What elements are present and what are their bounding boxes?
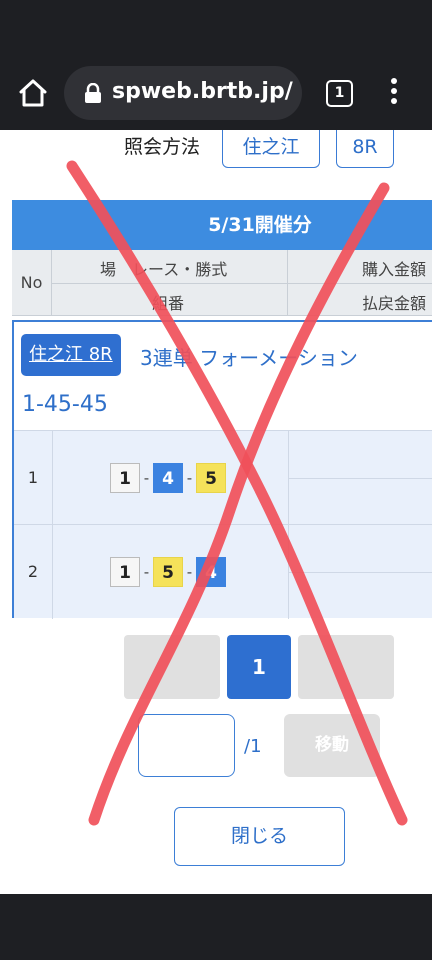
- boat-1st: 1: [110, 557, 140, 587]
- page-number-input[interactable]: [138, 714, 235, 777]
- header-no: No: [12, 250, 52, 316]
- separator: -: [143, 469, 150, 487]
- row-number: 1: [27, 468, 39, 487]
- address-bar[interactable]: spweb.brtb.jp/: [64, 66, 302, 120]
- header-divider: [52, 283, 432, 284]
- boat-numbers: 1-4-5: [110, 463, 226, 493]
- move-button[interactable]: 移動: [284, 714, 380, 777]
- header-payout-amount: 払戻金額: [362, 294, 427, 313]
- boat-3rd: 4: [196, 557, 226, 587]
- date-header: 5/31開催分: [12, 200, 432, 250]
- home-icon[interactable]: [16, 76, 50, 110]
- separator: -: [186, 563, 193, 581]
- page-total: /1: [244, 736, 262, 757]
- lock-icon: [85, 83, 101, 103]
- header-combination: 組番: [152, 294, 185, 313]
- system-nav-bar: [0, 894, 432, 960]
- bet-detail: 住之江 8R 3連単 フォーメーション 1-45-45 1 1-4-5 2 1-…: [12, 320, 432, 619]
- date-title: 5/31開催分: [208, 214, 312, 236]
- venue-race-tag[interactable]: 住之江 8R: [21, 334, 121, 376]
- race-button[interactable]: 8R: [336, 130, 394, 168]
- prev-page-button[interactable]: [124, 635, 220, 699]
- boat-numbers: 1-5-4: [110, 557, 226, 587]
- url-text: spweb.brtb.jp/: [112, 79, 293, 104]
- next-page-button[interactable]: [298, 635, 394, 699]
- table-row: 1 1-4-5: [14, 430, 432, 525]
- more-vert-icon[interactable]: [384, 78, 404, 110]
- table-header: No 場 レース・勝式 購入金額 組番 払戻金額: [12, 250, 432, 316]
- separator: -: [186, 469, 193, 487]
- tab-count: 1: [334, 85, 345, 101]
- row-divider: [288, 572, 432, 573]
- boat-2nd: 5: [153, 557, 183, 587]
- row-divider: [52, 431, 53, 525]
- row-divider: [288, 478, 432, 479]
- page-content: 照会方法 住之江 8R 5/31開催分 No 場 レース・勝式 購入金額 組番 …: [0, 130, 432, 894]
- header-purchase-amount: 購入金額: [362, 260, 427, 279]
- row-divider: [52, 525, 53, 619]
- close-button[interactable]: 閉じる: [174, 807, 345, 866]
- tabs-icon[interactable]: 1: [326, 80, 353, 107]
- separator: -: [143, 563, 150, 581]
- query-method-label: 照会方法: [124, 136, 201, 158]
- header-venue-race-type: 場 レース・勝式: [100, 260, 228, 279]
- venue-button[interactable]: 住之江: [222, 130, 320, 168]
- boat-2nd: 4: [153, 463, 183, 493]
- current-page-button[interactable]: 1: [227, 635, 291, 699]
- row-number: 2: [27, 562, 39, 581]
- header-column-divider: [287, 250, 288, 316]
- browser-toolbar: spweb.brtb.jp/ 1: [0, 0, 432, 130]
- boat-1st: 1: [110, 463, 140, 493]
- boat-3rd: 5: [196, 463, 226, 493]
- bet-type: 3連単 フォーメーション: [140, 346, 358, 370]
- bet-combination: 1-45-45: [22, 392, 108, 417]
- table-row: 2 1-5-4: [14, 524, 432, 619]
- screen: spweb.brtb.jp/ 1 照会方法 住之江 8R 5/31開催分 No …: [0, 0, 432, 960]
